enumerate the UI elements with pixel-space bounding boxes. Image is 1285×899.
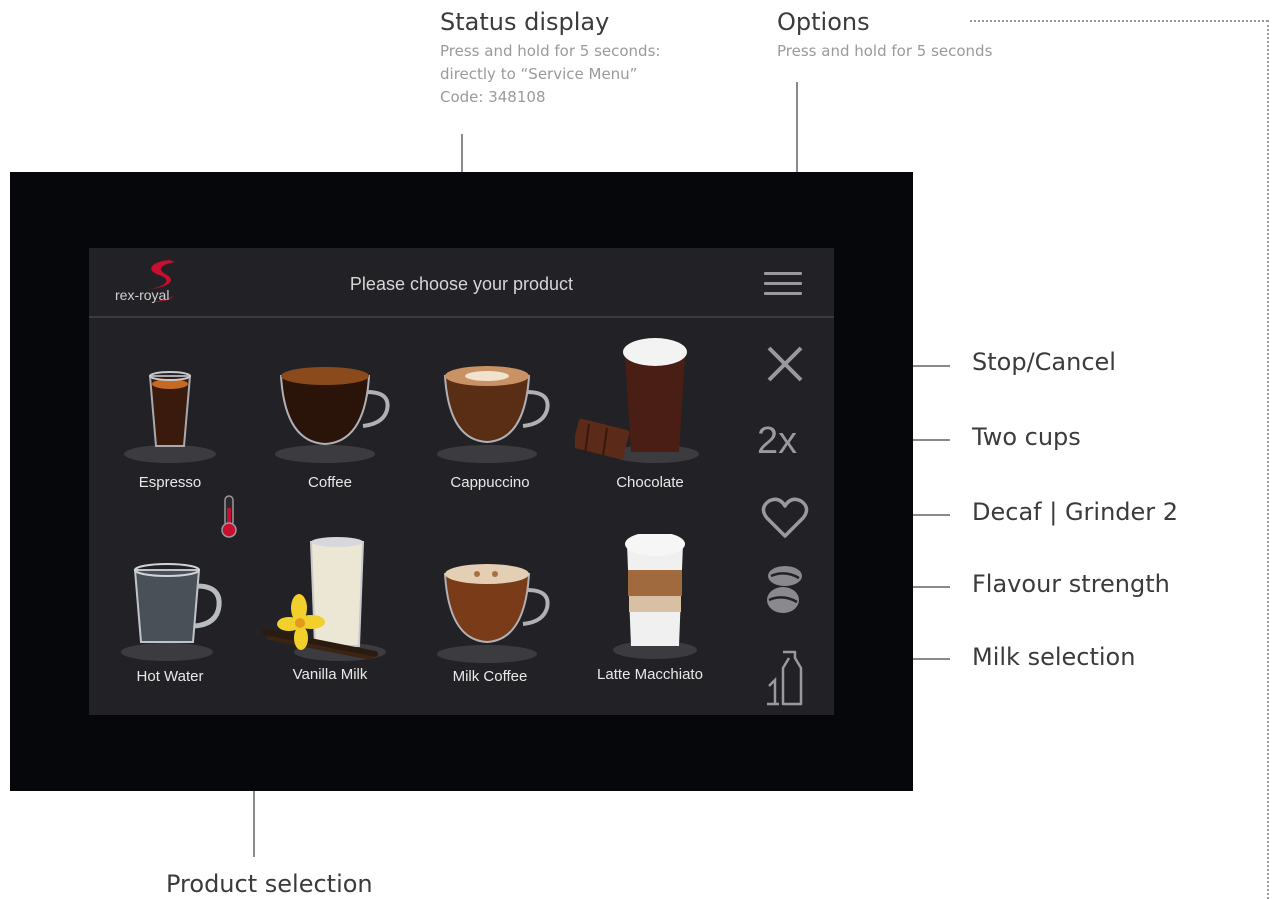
status-prompt: Please choose your product [349, 274, 574, 294]
decaf-callout: Decaf | Grinder 2 [972, 498, 1179, 526]
svg-text:rex-royal: rex-royal [115, 287, 169, 303]
product-chocolate[interactable]: Chocolate [575, 336, 725, 516]
status-display-callout-line-2: directly to “Service Menu” [440, 65, 638, 83]
product-label: Vanilla Milk [292, 666, 368, 683]
product-label: Latte Macchiato [597, 666, 703, 683]
menu-icon [764, 272, 802, 275]
latte-macchiato-glass-icon [613, 534, 697, 659]
thermometer-icon [221, 495, 237, 538]
product-espresso[interactable]: Espresso [95, 336, 245, 516]
product-coffee[interactable]: Coffee [255, 336, 405, 516]
espresso-glass-icon [124, 371, 216, 463]
coffee-bean-icon [767, 566, 802, 613]
status-display-callout-line-3: Code: 348108 [440, 88, 546, 106]
close-icon [767, 346, 803, 382]
product-latte-macchiato[interactable]: Latte Macchiato [575, 534, 725, 714]
product-selection-callout: Product selection [166, 870, 373, 898]
product-vanilla-milk[interactable]: Vanilla Milk [255, 534, 405, 714]
rex-royal-logo: rex-royal [111, 256, 211, 308]
chocolate-glass-icon [575, 338, 699, 463]
milk-coffee-cup-icon [437, 564, 550, 663]
product-label: Coffee [308, 474, 352, 491]
options-callout-title: Options [777, 8, 870, 36]
vanilla-milk-glass-icon [262, 537, 386, 661]
product-label: Cappuccino [450, 474, 530, 491]
dotted-frame-right [1267, 20, 1269, 899]
product-label: Hot Water [136, 668, 204, 685]
cappuccino-cup-icon [437, 366, 550, 463]
product-label: Milk Coffee [452, 668, 528, 685]
milk-selection-button[interactable] [749, 646, 819, 706]
coffee-cup-icon [275, 367, 390, 463]
flavour-strength-callout: Flavour strength [972, 570, 1170, 598]
product-label: Espresso [138, 474, 202, 491]
decaf-grinder2-button[interactable] [749, 490, 819, 550]
dotted-frame-top [970, 20, 1268, 22]
status-display-callout-title: Status display [440, 8, 610, 36]
product-cappuccino[interactable]: Cappuccino [415, 336, 565, 516]
flavour-strength-button[interactable] [749, 562, 819, 622]
heart-icon [761, 497, 809, 538]
stop-cancel-callout: Stop/Cancel [972, 348, 1116, 376]
product-hot-water[interactable]: Hot Water [95, 495, 245, 714]
milk-carton-icon [767, 650, 803, 706]
water-glass-icon [121, 563, 222, 661]
two-cups-button[interactable]: 2x [757, 420, 797, 463]
stop-cancel-button[interactable] [749, 336, 819, 396]
milk-selection-callout: Milk selection [972, 643, 1136, 671]
touch-screen: rex-royal Please choose your product Esp… [89, 248, 834, 715]
status-display-bar[interactable]: rex-royal Please choose your product [89, 248, 834, 318]
product-label: Chocolate [616, 474, 684, 491]
status-display-callout-line-1: Press and hold for 5 seconds: [440, 42, 661, 60]
options-menu-button[interactable] [764, 272, 802, 296]
options-callout-subtitle: Press and hold for 5 seconds [777, 42, 993, 60]
product-milk-coffee[interactable]: Milk Coffee [415, 534, 565, 714]
two-cups-callout: Two cups [972, 423, 1081, 451]
